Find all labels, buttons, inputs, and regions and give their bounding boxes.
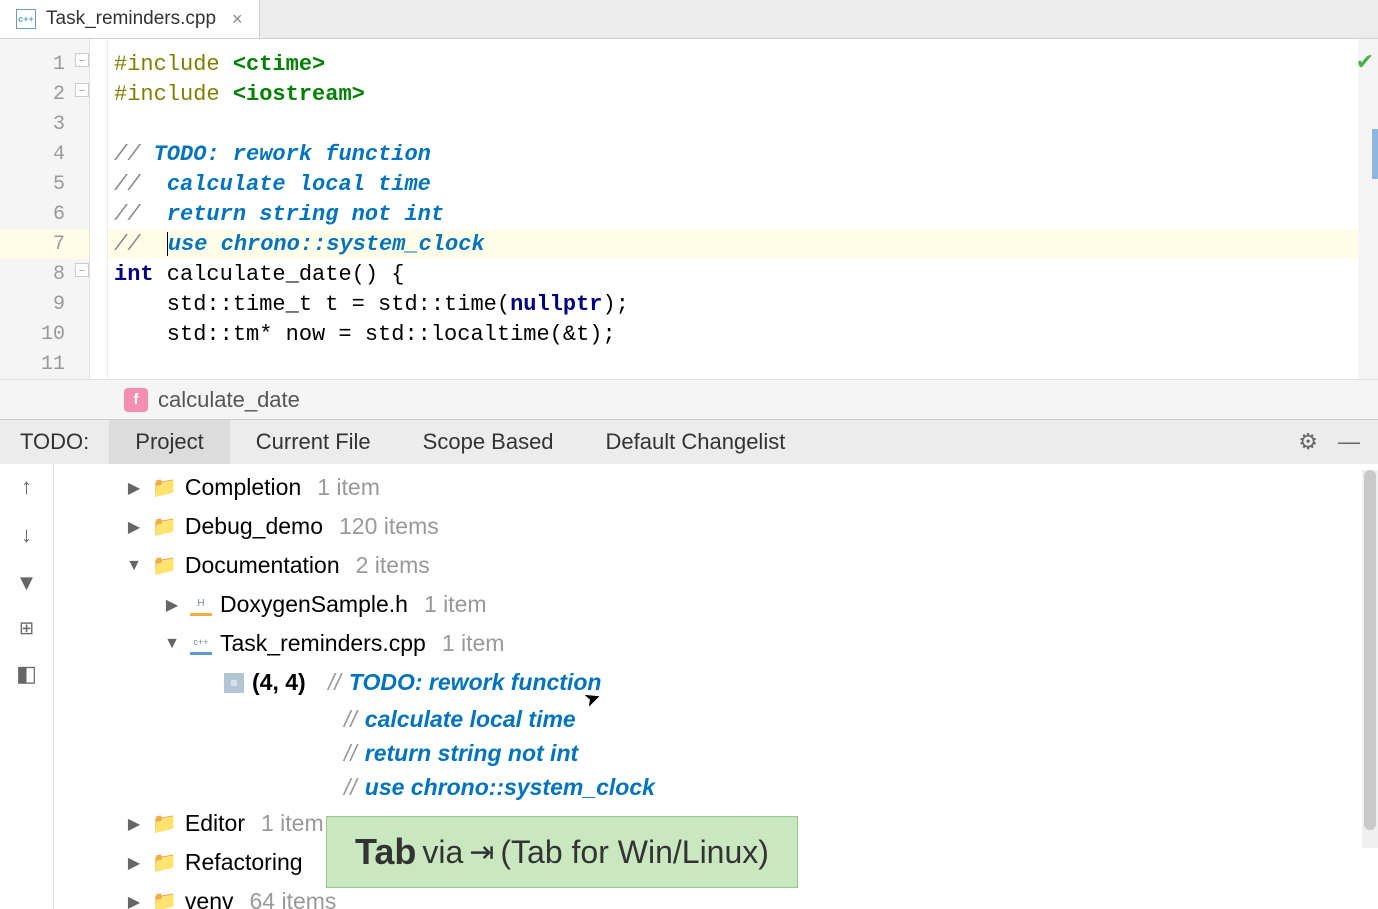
todo-tabs: Project Current File Scope Based Default… [109,420,811,464]
settings-icon[interactable]: ⚙ [1298,429,1318,455]
todo-sidebar: ↑ ↓ ▼ ⊞ ◧ [0,464,54,909]
tab-scope-based[interactable]: Scope Based [397,420,580,464]
line-number: 10 [0,319,89,349]
shortcut-tooltip: Tab via ⇥ (Tab for Win/Linux) [326,816,798,888]
tooltip-key: Tab [355,831,416,873]
todo-header: TODO: Project Current File Scope Based D… [0,420,1378,464]
tooltip-rest: (Tab for Win/Linux) [500,834,769,871]
tab-key-icon: ⇥ [469,835,494,870]
expand-arrow-icon[interactable]: ▶ [124,892,144,909]
tree-folder[interactable]: ▶ 📁 Debug_demo 120 items [54,507,1378,546]
code-content[interactable]: #include <ctime> #include <iostream> // … [108,39,1378,379]
expand-arrow-icon[interactable]: ▶ [124,853,144,873]
expand-arrow-icon[interactable]: ▶ [162,595,182,615]
line-number: 5 [0,169,89,199]
line-number: 3 [0,109,89,139]
filter-icon[interactable]: ▼ [16,570,38,596]
inspection-ok-icon[interactable]: ✔ [1356,49,1374,75]
scroll-thumb[interactable] [1364,470,1376,830]
expand-arrow-icon[interactable]: ▶ [124,517,144,537]
folder-icon: 📁 [152,889,177,909]
collapse-arrow-icon[interactable]: ▼ [162,635,182,653]
group-icon[interactable]: ⊞ [19,618,34,639]
minimize-icon[interactable]: — [1338,429,1360,455]
code-line[interactable]: // use chrono::system_clock [108,229,1378,259]
line-gutter: 1 2 3 4 5 6 7 8 9 10 11 – – – [0,39,90,379]
breadcrumb[interactable]: f calculate_date [0,379,1378,419]
tree-folder[interactable]: ▶ 📁 Completion 1 item [54,468,1378,507]
todo-entry-line[interactable]: // return string not int [54,736,1378,770]
line-number: 6 [0,199,89,229]
code-line[interactable]: #include <iostream> [108,79,1378,109]
todo-entry[interactable]: ≡ (4, 4) // TODO: rework function [54,663,1378,702]
todo-entry-line[interactable]: // use chrono::system_clock [54,770,1378,804]
file-tab-name: Task_reminders.cpp [46,8,216,30]
expand-arrow-icon[interactable]: ▶ [124,478,144,498]
gutter-extra [90,39,108,379]
line-number: 4 [0,139,89,169]
code-line[interactable]: #include <ctime> [108,49,1378,79]
todo-entry-icon: ≡ [224,673,244,693]
arrow-down-icon[interactable]: ↓ [21,522,32,548]
function-badge-icon: f [124,388,148,412]
folder-icon: 📁 [152,850,177,875]
tab-project[interactable]: Project [109,420,229,464]
tab-current-file[interactable]: Current File [230,420,397,464]
header-file-icon: H [190,594,212,616]
expand-arrow-icon[interactable]: ▶ [124,814,144,834]
line-number: 9 [0,289,89,319]
breadcrumb-function[interactable]: calculate_date [158,387,300,413]
fold-marker-icon[interactable]: – [75,53,89,67]
cpp-file-icon: c++ [16,9,36,29]
code-line[interactable] [108,349,1378,379]
file-tab[interactable]: c++ Task_reminders.cpp × [0,0,260,38]
code-line[interactable]: // calculate local time [108,169,1378,199]
todo-entry-line[interactable]: // calculate local time [54,702,1378,736]
tab-bar: c++ Task_reminders.cpp × [0,0,1378,39]
folder-icon: 📁 [152,811,177,836]
code-line[interactable]: int calculate_date() { [108,259,1378,289]
code-line[interactable]: // TODO: rework function [108,139,1378,169]
code-line[interactable] [108,109,1378,139]
tree-folder[interactable]: ▼ 📁 Documentation 2 items [54,546,1378,585]
collapse-arrow-icon[interactable]: ▼ [124,557,144,575]
scrollbar[interactable] [1362,470,1378,848]
folder-icon: 📁 [152,514,177,539]
folder-icon: 📁 [152,553,177,578]
fold-marker-icon[interactable]: – [75,263,89,277]
tree-file[interactable]: ▶ H DoxygenSample.h 1 item [54,585,1378,624]
preview-icon[interactable]: ◧ [16,661,37,687]
line-number: 7 [0,229,89,259]
fold-marker-icon[interactable]: – [75,83,89,97]
cpp-file-icon: c++ [190,633,212,655]
marker-stripe[interactable] [1372,129,1378,179]
close-tab-icon[interactable]: × [232,9,243,30]
tooltip-via: via [422,834,463,871]
folder-icon: 📁 [152,475,177,500]
editor[interactable]: 1 2 3 4 5 6 7 8 9 10 11 – – – #include <… [0,39,1378,379]
code-line[interactable]: std::time_t t = std::time(nullptr); [108,289,1378,319]
tab-default-changelist[interactable]: Default Changelist [580,420,812,464]
code-line[interactable]: // return string not int [108,199,1378,229]
line-number: 11 [0,349,89,379]
editor-right-gutter: ✔ [1358,39,1378,379]
tree-file[interactable]: ▼ c++ Task_reminders.cpp 1 item [54,624,1378,663]
code-line[interactable]: std::tm* now = std::localtime(&t); [108,319,1378,349]
arrow-up-icon[interactable]: ↑ [21,474,32,500]
todo-label: TODO: [0,429,109,455]
